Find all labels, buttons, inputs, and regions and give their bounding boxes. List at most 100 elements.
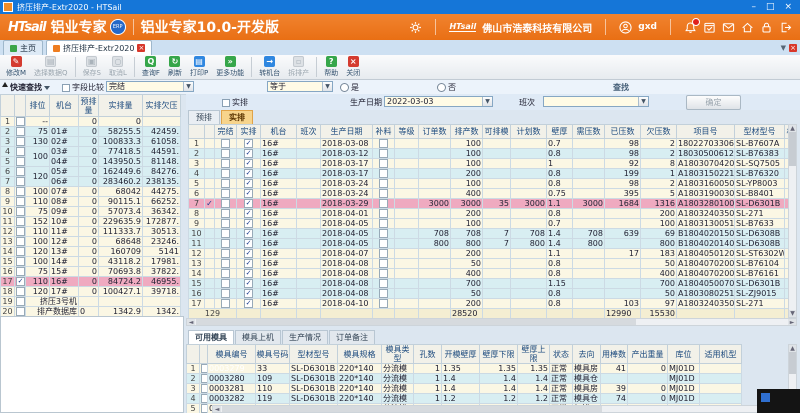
collapse-arrow-icon[interactable] (2, 82, 8, 87)
table-row[interactable]: 612005#0162449.684276. (1, 167, 181, 177)
table-row[interactable]: 1115210#0229635.9172877. (1, 217, 181, 227)
tab-production-status[interactable]: 生产情况 (282, 330, 328, 344)
table-row[interactable]: 17✓11016#084724.246955. (1, 277, 181, 287)
tab-preschedule[interactable]: 预排 (188, 110, 220, 124)
quickfind-label[interactable]: 快速查找 (10, 82, 50, 93)
table-row[interactable]: 810007#06804244275. (1, 187, 181, 197)
hscroll-thumb[interactable] (222, 406, 602, 412)
close-button[interactable]: ×关闭 (342, 55, 364, 79)
scroll-left-icon[interactable]: ◄ (187, 319, 195, 325)
radio-no[interactable]: 否 (437, 82, 456, 93)
shift-select[interactable]: ▼ (543, 96, 649, 107)
print-button[interactable]: ▤打印P (186, 55, 212, 79)
schedule-vscrollbar[interactable]: ▲ ▼ (788, 124, 797, 318)
scroll-down-icon[interactable]: ▼ (789, 310, 796, 317)
quickfind-dropdown-icon[interactable] (44, 86, 50, 90)
table-row[interactable]: 20排产数据库01342.91342. (1, 307, 181, 317)
table-row[interactable]: 15✓16#2018-04-087001.15700A18040500707SL… (189, 279, 797, 289)
tab-close-icon[interactable]: × (137, 44, 145, 52)
more-functions-button[interactable]: »更多功能 (212, 55, 248, 79)
chevron-down-icon[interactable]: ▼ (638, 97, 648, 106)
scroll-up-icon[interactable]: ▲ (789, 345, 796, 352)
table-row[interactable]: 8✓16#2018-04-012000.8200A18032403501SL-2… (189, 209, 797, 219)
tasks-calendar-icon[interactable] (703, 21, 716, 34)
table-row[interactable]: 12✓16#2018-04-072001.117183A18040501202S… (189, 249, 797, 259)
table-row[interactable]: 410003#077418.544591. (1, 147, 181, 157)
table-row[interactable]: 5✓16#2018-03-241000.8982A18031600503SL-Y… (189, 179, 797, 189)
lock-icon[interactable] (760, 21, 773, 34)
table-row[interactable]: 10✓16#2018-04-0570870877081.470863969B18… (189, 229, 797, 239)
tab-extrusion-schedule[interactable]: 挤压排产-Extr2020 × (46, 40, 152, 55)
user-avatar-icon[interactable] (619, 21, 632, 34)
table-row[interactable]: 40003282119SL-D6301B220*140分流模11.21.21.2… (187, 394, 742, 404)
table-row[interactable]: 1211011#0111333.730513. (1, 227, 181, 237)
table-row[interactable]: 1412013#01607095141 (1, 247, 181, 257)
table-row[interactable]: 1510014#043118.217981. (1, 257, 181, 267)
tab-available-molds[interactable]: 可用模具 (188, 330, 234, 344)
table-row[interactable]: 2✓16#2018-03-121000.898218030500612SL-B7… (189, 149, 797, 159)
vscroll-thumb[interactable] (789, 132, 796, 166)
confirm-button[interactable]: 确定 (686, 95, 741, 110)
tab-mold-on-machine[interactable]: 模具上机 (235, 330, 281, 344)
tab-actual-schedule[interactable]: 实排 (221, 110, 253, 124)
chevron-down-icon[interactable]: ▼ (322, 82, 332, 91)
header-row[interactable]: 完结实排机台班次生产日期补料等级订单数排产数可排模计划数壁厚需压数已压数欠压数项… (189, 125, 797, 139)
quickfind-operator-select[interactable]: 等于▼ (267, 81, 333, 92)
tab-order-notes[interactable]: 订单备注 (329, 330, 375, 344)
home-icon[interactable] (741, 21, 754, 34)
field-compare-box-icon[interactable] (62, 84, 70, 92)
radio-yes-icon[interactable] (340, 83, 349, 92)
header-row[interactable]: 排位机台预排量实排量实排欠压 (1, 95, 181, 117)
tab-overflow-icon[interactable]: ▼ (781, 44, 786, 52)
table-row[interactable]: 129285201299015530 (189, 309, 797, 319)
table-row[interactable]: 1000327933SL-D6301B220*140分流模11.351.351.… (187, 364, 742, 374)
hscroll-thumb[interactable] (196, 319, 636, 325)
logout-icon[interactable] (779, 21, 792, 34)
find-button[interactable]: 查找 (613, 82, 629, 93)
schedule-hscrollbar[interactable]: ◄ ► (186, 318, 797, 326)
tab-home[interactable]: 主页 (3, 40, 43, 55)
table-row[interactable]: 19挤压3号机 (1, 297, 181, 307)
table-row[interactable]: 4✓16#2018-03-172000.81991A18031502214SL-… (189, 169, 797, 179)
mold-hscrollbar[interactable]: ◄ (212, 405, 782, 413)
radio-yes[interactable]: 是 (340, 82, 359, 93)
query-button[interactable]: Q查询F (138, 55, 164, 79)
mail-icon[interactable] (722, 21, 735, 34)
table-row[interactable]: 14✓16#2018-04-084000.8400A18040702002SL-… (189, 269, 797, 279)
modify-button[interactable]: ✎修改M (2, 55, 30, 79)
radio-no-icon[interactable] (437, 83, 446, 92)
table-row[interactable]: 107509#057073.436342. (1, 207, 181, 217)
minimize-button[interactable]: – (751, 3, 756, 12)
table-row[interactable]: 16✓16#2018-04-08500.850A18030802512SL-ZJ… (189, 289, 797, 299)
refresh-button[interactable]: ↻刷新 (164, 55, 186, 79)
table-row[interactable]: 167515#070693.837822. (1, 267, 181, 277)
table-row[interactable]: 6✓16#2018-03-244000.753955A18031900301SL… (189, 189, 797, 199)
table-row[interactable]: 3✓16#2018-03-171001928A18030704206SL-SQ7… (189, 159, 797, 169)
quickfind-field-select[interactable]: 完结▼ (106, 81, 194, 92)
table-row[interactable]: 1310012#06864823246. (1, 237, 181, 247)
table-row[interactable]: 13✓16#2018-04-08500.850A18040702001SL-B7… (189, 259, 797, 269)
table-row[interactable]: 1--00 (1, 117, 181, 127)
table-row[interactable]: 27501#058255.542459. (1, 127, 181, 137)
tabstrip-close-button[interactable]: × (789, 44, 797, 52)
table-row[interactable]: 911008#090115.166252. (1, 197, 181, 207)
table-row[interactable]: 9✓16#2018-04-051000.7100A18031300512SL-B… (189, 219, 797, 229)
production-date-select[interactable]: 2022-03-03▼ (384, 96, 493, 107)
shipai-box-icon[interactable] (222, 99, 230, 107)
table-row[interactable]: 1812017#0100427.139718. (1, 287, 181, 297)
table-row[interactable]: 30003281110SL-D6301B220*140分流模11.41.41.4… (187, 384, 742, 394)
field-compare-checkbox[interactable]: 字段比较 (62, 82, 104, 93)
scroll-up-icon[interactable]: ▲ (789, 125, 796, 132)
scroll-left-icon[interactable]: ◄ (213, 406, 221, 412)
close-window-button[interactable]: × (784, 3, 792, 12)
shipai-checkbox[interactable]: 实排 (222, 97, 248, 108)
table-row[interactable]: 7✓✓16#2018-03-29300030003530001.13000168… (189, 199, 797, 209)
scroll-right-icon[interactable]: ► (788, 319, 796, 325)
table-row[interactable]: 11✓16#2018-04-0580080078001.4800800B1804… (189, 239, 797, 249)
transfer-machine-button[interactable]: →转机台 (255, 55, 284, 79)
chevron-down-icon[interactable]: ▼ (482, 97, 492, 106)
settings-gear-icon[interactable] (409, 21, 422, 34)
notifications-bell-icon[interactable] (684, 21, 697, 34)
maximize-button[interactable]: □ (766, 3, 775, 12)
table-row[interactable]: 313002#0100833.361058. (1, 137, 181, 147)
